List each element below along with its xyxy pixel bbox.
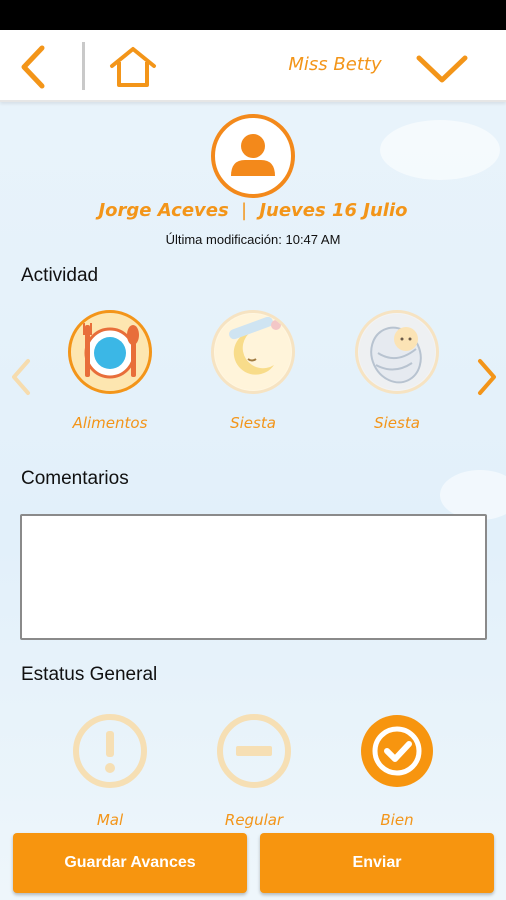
status-option-bien[interactable]: Bien bbox=[347, 713, 447, 829]
chevron-left-icon bbox=[21, 45, 45, 89]
swaddled-baby-icon bbox=[355, 310, 439, 394]
student-header: Jorge Aceves | Jueves 16 Julio bbox=[0, 200, 506, 221]
status-section-label: Estatus General bbox=[21, 664, 158, 685]
status-label: Mal bbox=[96, 811, 124, 829]
background-cloud bbox=[380, 120, 500, 180]
checkmark-icon bbox=[359, 713, 435, 789]
activity-prev-button[interactable] bbox=[6, 355, 36, 399]
person-icon bbox=[231, 134, 275, 176]
home-icon bbox=[110, 47, 156, 87]
comments-textarea[interactable] bbox=[20, 514, 487, 640]
activity-label: Siesta bbox=[230, 414, 276, 432]
activity-item-alimentos[interactable]: Alimentos bbox=[60, 310, 160, 432]
chevron-down-icon bbox=[416, 55, 468, 83]
student-name: Jorge Aceves bbox=[98, 200, 229, 221]
teacher-dropdown-button[interactable] bbox=[414, 50, 470, 86]
background-cloud bbox=[440, 470, 506, 520]
sleeping-moon-icon bbox=[211, 310, 295, 394]
minus-icon bbox=[216, 713, 292, 789]
activity-section-label: Actividad bbox=[21, 265, 99, 286]
activity-label: Alimentos bbox=[72, 414, 148, 432]
comments-section-label: Comentarios bbox=[21, 468, 129, 489]
home-button[interactable] bbox=[108, 46, 158, 88]
back-button[interactable] bbox=[14, 42, 54, 92]
last-modified-text: Última modificación: 10:47 AM bbox=[165, 232, 341, 247]
student-avatar bbox=[211, 114, 295, 198]
plate-cutlery-icon bbox=[68, 310, 152, 394]
activity-item-siesta[interactable]: Siesta bbox=[203, 310, 303, 432]
status-option-mal[interactable]: Mal bbox=[60, 713, 160, 829]
save-progress-button[interactable]: Guardar Avances bbox=[13, 833, 247, 893]
status-label: Regular bbox=[224, 811, 284, 829]
activity-label: Siesta bbox=[374, 414, 420, 432]
status-option-regular[interactable]: Regular bbox=[204, 713, 304, 829]
chevron-right-icon bbox=[478, 359, 496, 395]
top-navigation-bar: Miss Betty bbox=[0, 30, 506, 102]
activity-next-button[interactable] bbox=[472, 355, 502, 399]
nav-divider bbox=[82, 42, 85, 90]
status-bar bbox=[0, 0, 506, 30]
chevron-left-icon bbox=[12, 359, 30, 395]
student-date: Jueves 16 Julio bbox=[259, 200, 408, 221]
teacher-name: Miss Betty bbox=[288, 54, 382, 75]
send-button[interactable]: Enviar bbox=[260, 833, 494, 893]
student-separator: | bbox=[240, 200, 248, 221]
exclamation-icon bbox=[72, 713, 148, 789]
status-label: Bien bbox=[380, 811, 414, 829]
activity-item-siesta-baby[interactable]: Siesta bbox=[347, 310, 447, 432]
